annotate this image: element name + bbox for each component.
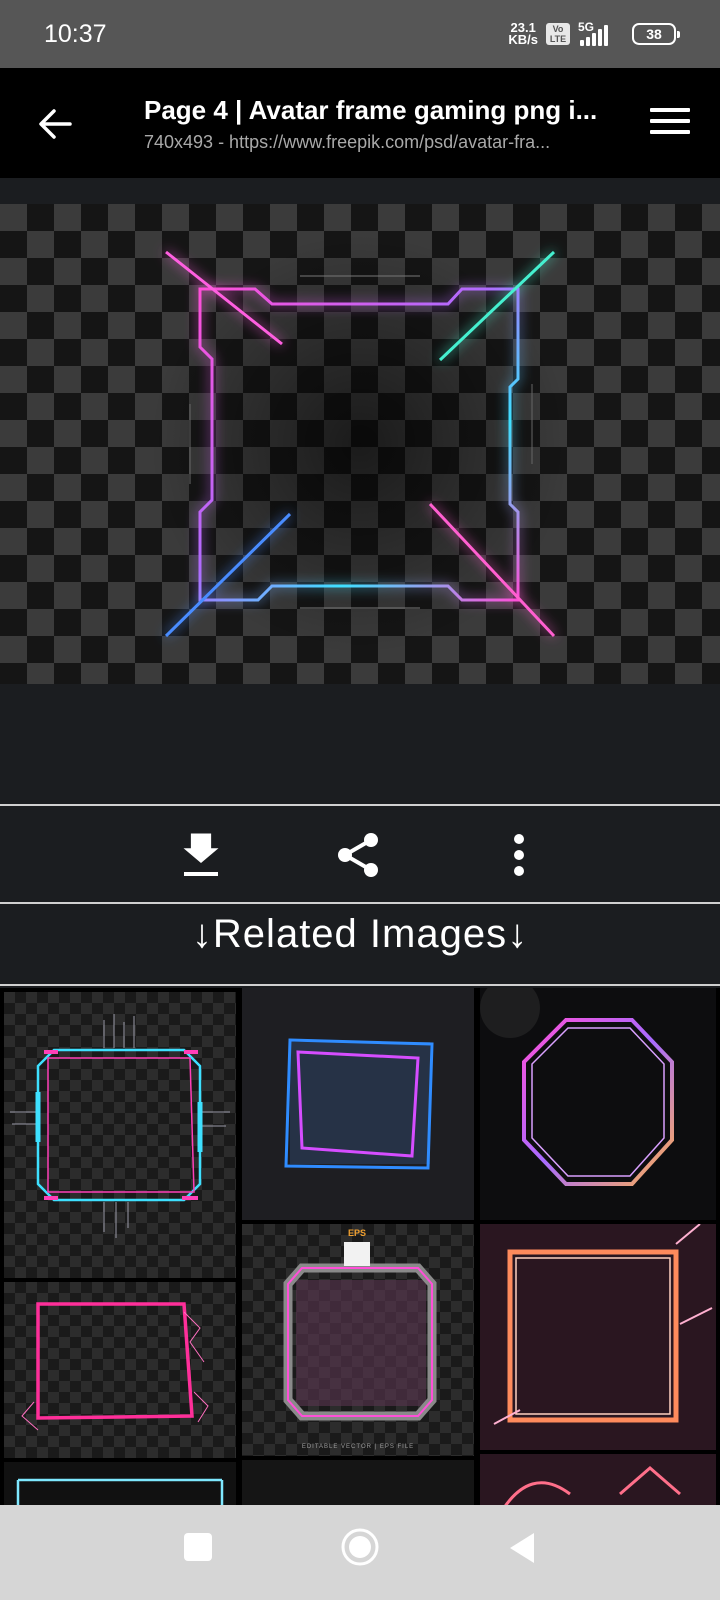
image-source-url[interactable]: 740x493 - https://www.freepik.com/psd/av… [144,132,614,153]
battery-icon: 38 [632,23,680,45]
related-image-tile[interactable] [480,988,716,1220]
orange-square-frame-image [493,1224,713,1425]
eps-file-icon [344,1242,370,1266]
related-images-heading: ↓Related Images↓ [191,912,529,956]
menu-button[interactable] [650,108,690,140]
more-options-button[interactable] [494,830,544,880]
download-icon [183,833,219,876]
app-bar: Page 4 | Avatar frame gaming png i... 74… [0,68,720,178]
heart-frame-image [502,1466,681,1508]
status-bar: 10:37 23.1 KB/s Vo LTE 5G 38 [0,0,720,68]
download-button[interactable] [176,830,226,880]
related-image-tile[interactable] [4,1462,236,1508]
related-image-tile[interactable] [480,1454,716,1508]
back-nav-button[interactable] [506,1531,538,1565]
tech-frame-image [10,1014,230,1238]
related-image-tile[interactable] [4,1282,236,1458]
signal-icon: 5G [578,20,624,46]
divider [0,984,720,986]
share-icon [338,833,378,877]
share-button[interactable] [334,830,384,880]
related-image-tile[interactable] [4,992,236,1278]
octagon-frame-image [480,988,674,1186]
neon-frame-image [150,234,570,654]
related-image-tile[interactable] [480,1224,716,1450]
related-images-grid: EPS EDITABLE VECTOR | EPS FILE [0,988,720,1508]
action-row [0,806,720,902]
system-nav-bar [0,1505,720,1600]
network-speed: 23.1 KB/s [508,20,538,47]
status-time: 10:37 [44,19,107,48]
cyan-frame-image [16,1478,224,1508]
related-image-tile[interactable]: EPS EDITABLE VECTOR | EPS FILE [242,1224,474,1456]
tile-caption: EDITABLE VECTOR | EPS FILE [301,1444,415,1450]
divider [0,902,720,904]
main-image-preview[interactable] [0,204,720,684]
related-image-tile[interactable] [242,1460,474,1508]
related-image-tile[interactable] [242,988,474,1220]
hamburger-icon [650,108,690,112]
more-vertical-icon [514,834,524,876]
arrow-left-icon [39,109,72,139]
eps-label: EPS [348,1228,367,1238]
pink-frame-image [21,1302,209,1431]
page-title: Page 4 | Avatar frame gaming png i... [144,95,598,125]
volte-icon: Vo LTE [546,23,570,45]
home-button[interactable] [340,1527,380,1567]
back-button[interactable] [34,102,78,146]
status-icons: 23.1 KB/s Vo LTE 5G 38 [508,20,680,47]
blue-square-frame-image [284,1038,434,1170]
recents-button[interactable] [182,1531,214,1563]
